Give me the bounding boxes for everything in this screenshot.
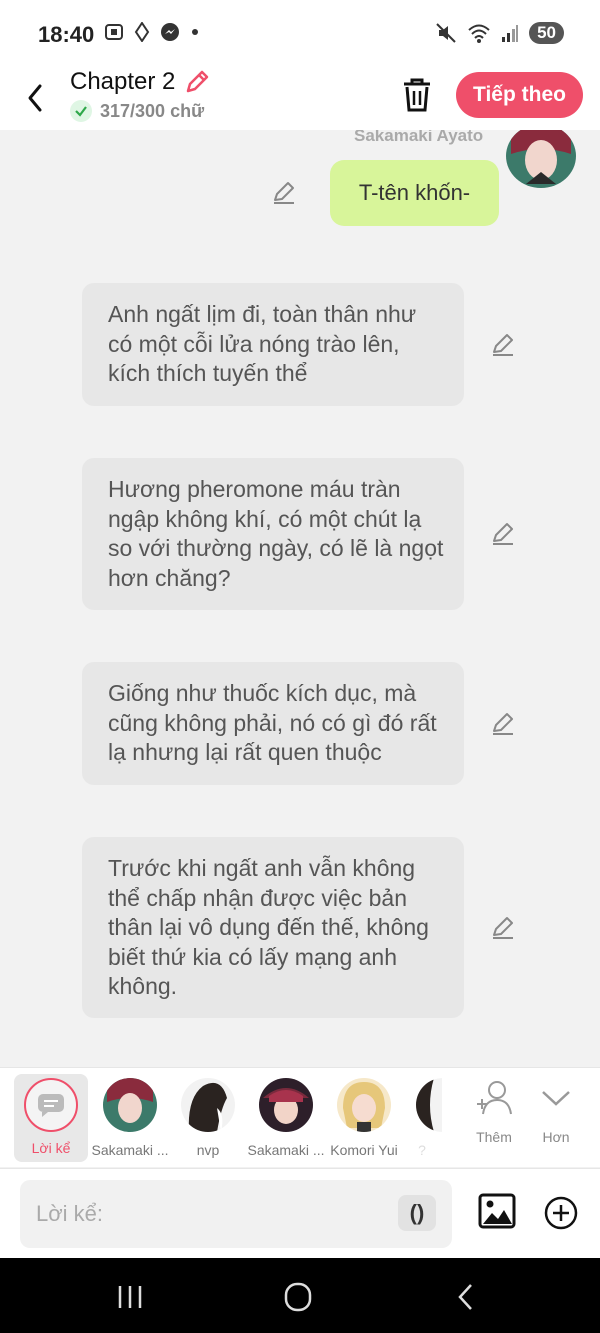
add-circle-icon[interactable] [543,1195,579,1231]
pencil-icon[interactable] [183,68,211,96]
narrator-label: Lời kể [31,1140,71,1156]
screenshot-icon [105,24,123,40]
check-icon [70,100,92,122]
status-notification-icons [104,22,200,42]
character-avatar [259,1078,313,1132]
character-item[interactable]: ? [402,1078,442,1158]
character-item[interactable]: Sakamaki ... [90,1078,170,1158]
character-item[interactable]: Komori Yui [324,1078,404,1158]
character-item[interactable]: Sakamaki ... [246,1078,326,1158]
character-name: nvp [196,1142,220,1158]
next-button[interactable]: Tiếp theo [456,72,583,118]
character-selector: Lời kể Sakamaki ... nvp Sakamaki ... Kom… [0,1067,600,1167]
image-icon[interactable] [478,1191,516,1231]
character-avatar [181,1078,235,1132]
status-time: 18:40 [38,22,95,47]
chat-area[interactable]: Sakamaki Ayato T-tên khốn- Anh ngất lịm … [0,130,600,1067]
narration-bubble[interactable]: Hương pheromone máu tràn ngập không khí,… [82,458,464,610]
edit-narration-icon[interactable] [490,711,516,737]
trash-icon[interactable] [400,74,434,114]
input-bar: () [0,1168,600,1258]
editor-header: Chapter 2 317/300 chữ Tiếp theo [0,68,600,130]
app-notification-icon [134,22,150,42]
edit-narration-icon[interactable] [490,332,516,358]
more-button[interactable]: Hơn [526,1080,586,1145]
add-character-label: Thêm [476,1129,512,1145]
status-bar: 18:40 50 [0,0,600,68]
edit-narration-icon[interactable] [490,915,516,941]
parentheses-button[interactable]: () [398,1195,436,1231]
system-back-icon[interactable] [446,1280,486,1314]
character-name: Sakamaki ... [91,1142,169,1158]
home-icon[interactable] [278,1280,318,1314]
chapter-title-text: Chapter 2 [70,68,176,95]
speaker-name: Sakamaki Ayato [354,130,484,145]
recent-apps-icon[interactable] [110,1280,150,1314]
character-item[interactable]: nvp [168,1078,248,1158]
add-character-button[interactable]: Thêm [464,1080,524,1145]
character-avatar [337,1078,391,1132]
narration-bubble[interactable]: Trước khi ngất anh vẫn không thể chấp nh… [82,837,464,1018]
battery-indicator: 50 [529,22,564,44]
narration-bubble-icon [24,1078,78,1132]
narration-bubble[interactable]: Giống như thuốc kích dục, mà cũng không … [82,662,464,785]
signal-icon [502,25,519,42]
character-avatar [416,1078,442,1132]
edit-narration-icon[interactable] [490,521,516,547]
wifi-icon [468,24,490,43]
dialogue-bubble[interactable]: T-tên khốn- [330,160,499,226]
character-name: Sakamaki ... [247,1142,325,1158]
character-name: ? [418,1142,426,1158]
edit-dialogue-icon[interactable] [271,180,297,206]
system-nav-bar [0,1258,600,1333]
more-label: Hơn [542,1129,570,1145]
narration-bubble[interactable]: Anh ngất lịm đi, toàn thân như có một cỗ… [82,283,464,406]
status-system-icons: 50 [435,22,564,44]
messenger-icon [161,23,179,41]
character-name: Komori Yui [330,1142,398,1158]
word-count: 317/300 chữ [70,100,204,122]
dot-icon [192,29,198,35]
word-count-text: 317/300 chữ [100,100,205,121]
chevron-down-icon [542,1091,570,1106]
character-avatar [103,1078,157,1132]
mute-icon [436,23,456,43]
speaker-avatar[interactable] [506,130,576,188]
back-arrow-icon[interactable] [20,76,50,116]
narration-input[interactable] [20,1180,452,1248]
chapter-title[interactable]: Chapter 2 [70,68,211,96]
narrator-selector[interactable]: Lời kể [14,1074,88,1162]
add-person-icon [477,1081,512,1115]
